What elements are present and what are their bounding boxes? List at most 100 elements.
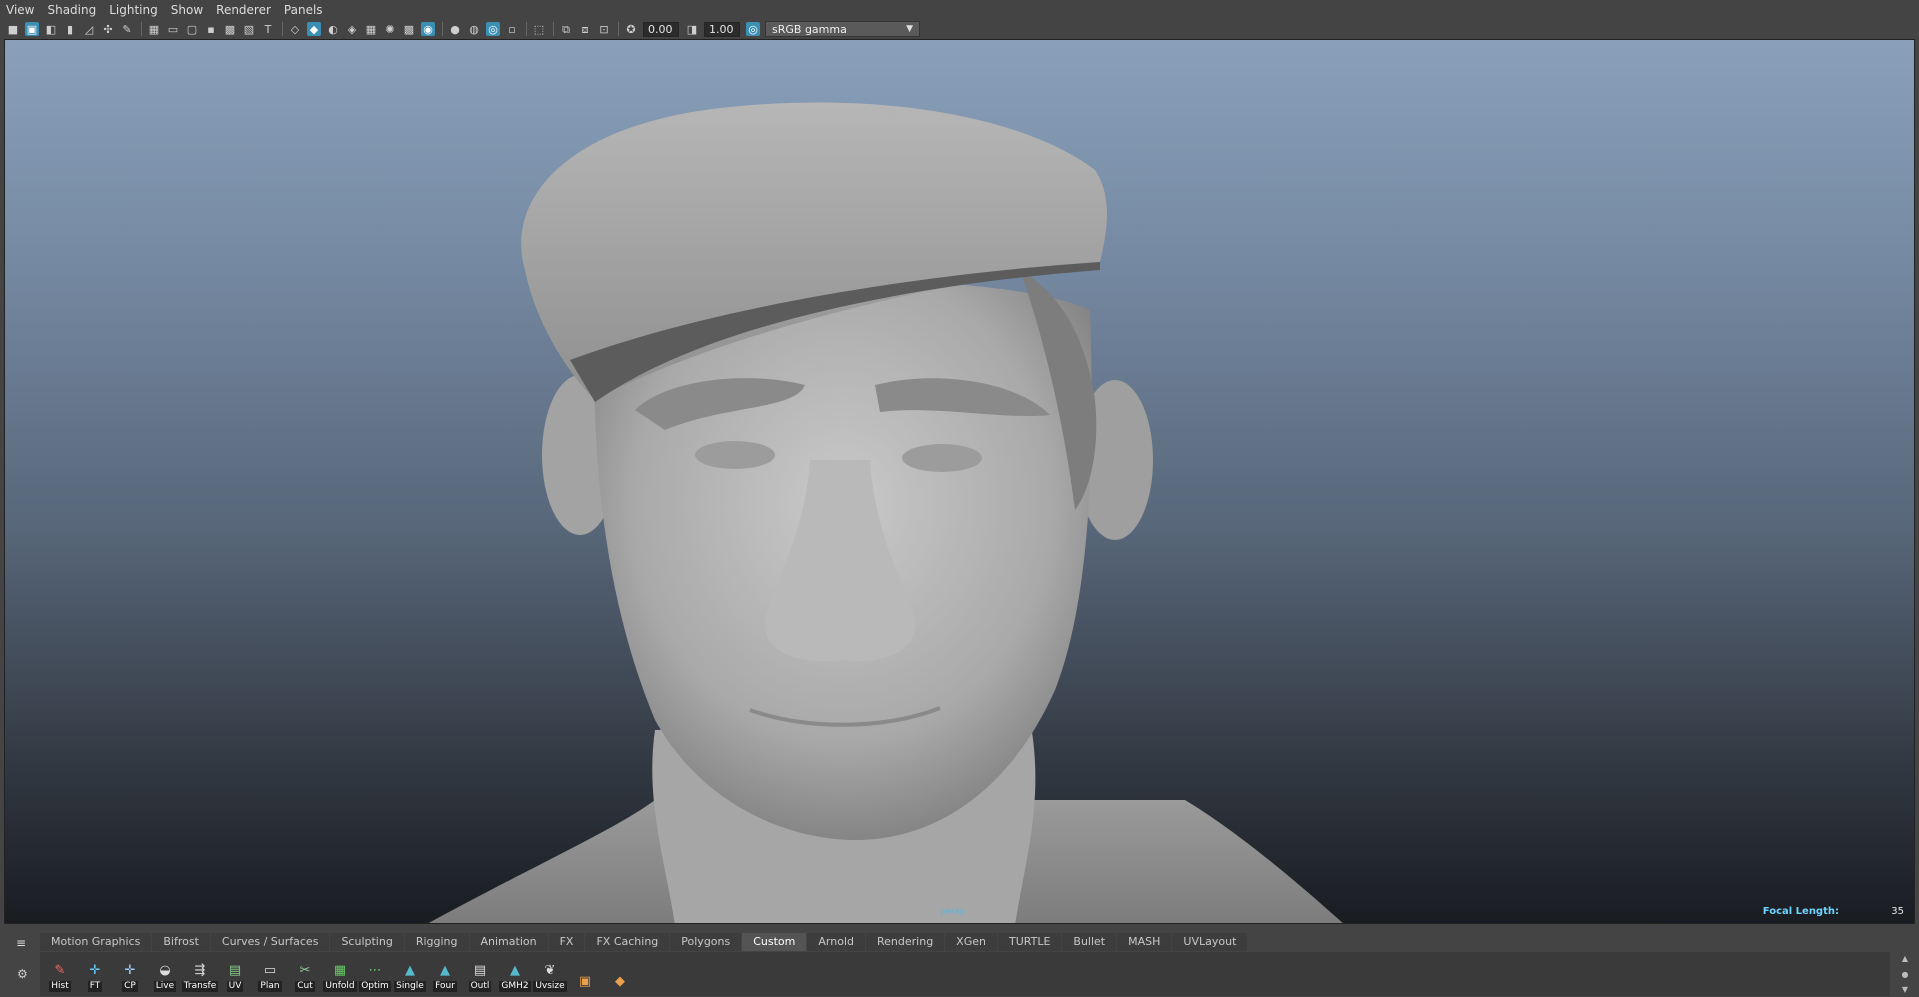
right-eye-shape bbox=[902, 444, 982, 472]
history-icon: ✎ bbox=[54, 962, 66, 978]
motion-blur-icon[interactable]: ● bbox=[448, 22, 462, 36]
screen-space-ao-icon[interactable]: ◉ bbox=[421, 22, 435, 36]
tab-bullet[interactable]: Bullet bbox=[1062, 933, 1117, 951]
film-gate-icon[interactable]: ▭ bbox=[166, 22, 180, 36]
default-material-icon[interactable]: ◐ bbox=[326, 22, 340, 36]
tab-fx[interactable]: FX bbox=[548, 933, 585, 951]
shelf: ≡ ⚙ Motion Graphics Bifrost Curves / Sur… bbox=[0, 928, 1919, 997]
menu-view[interactable]: View bbox=[6, 3, 34, 17]
shelf-button-hist[interactable]: ✎ Hist bbox=[44, 956, 76, 992]
tab-rendering[interactable]: Rendering bbox=[866, 933, 945, 951]
scroll-dot-icon[interactable]: ● bbox=[1902, 970, 1909, 979]
textured-icon[interactable]: ▦ bbox=[364, 22, 378, 36]
tab-animation[interactable]: Animation bbox=[469, 933, 548, 951]
2d-pan-zoom-icon[interactable]: ✣ bbox=[101, 22, 115, 36]
shelf-button-uvlayout-receive[interactable]: ◆ bbox=[604, 956, 636, 992]
exposure-field[interactable]: 0.00 bbox=[643, 21, 679, 37]
view-transform-select[interactable]: sRGB gamma ▼ bbox=[765, 21, 920, 37]
field-chart-icon[interactable]: ▩ bbox=[223, 22, 237, 36]
gamma-field[interactable]: 1.00 bbox=[704, 21, 740, 37]
tab-sculpting[interactable]: Sculpting bbox=[330, 933, 404, 951]
image-plane-icon[interactable]: ◿ bbox=[82, 22, 96, 36]
shelf-button-four[interactable]: ▲ Four bbox=[429, 956, 461, 992]
menu-shading[interactable]: Shading bbox=[47, 3, 96, 17]
multisample-aa-icon[interactable]: ◍ bbox=[467, 22, 481, 36]
toolbar-divider bbox=[141, 22, 142, 36]
toolbar-divider bbox=[442, 22, 443, 36]
wireframe-on-shaded-icon[interactable]: ◈ bbox=[345, 22, 359, 36]
shelf-button-live[interactable]: ◒ Live bbox=[149, 956, 181, 992]
four-view-icon: ▲ bbox=[440, 962, 450, 978]
shelf-button-uv[interactable]: ▤ UV bbox=[219, 956, 251, 992]
tab-arnold[interactable]: Arnold bbox=[807, 933, 865, 951]
menu-lighting[interactable]: Lighting bbox=[109, 3, 158, 17]
camera-name-label: persp bbox=[940, 907, 966, 917]
shelf-menu-icon[interactable]: ≡ bbox=[16, 937, 28, 949]
shelf-button-uvlayout-send[interactable]: ▣ bbox=[569, 956, 601, 992]
tab-custom[interactable]: Custom bbox=[742, 933, 807, 951]
tab-turtle[interactable]: TURTLE bbox=[997, 933, 1062, 951]
tab-mash[interactable]: MASH bbox=[1117, 933, 1172, 951]
planar-map-icon: ▭ bbox=[263, 962, 277, 978]
shelf-button-unfold[interactable]: ▦ Unfold bbox=[323, 956, 357, 992]
color-management-icon[interactable]: ◎ bbox=[746, 22, 760, 36]
transfer-attributes-icon: ⇶ bbox=[194, 962, 206, 978]
safe-action-icon[interactable]: ▧ bbox=[242, 22, 256, 36]
focal-length-value: 35 bbox=[1891, 906, 1904, 917]
menu-panels[interactable]: Panels bbox=[284, 3, 323, 17]
outliner-icon: ▤ bbox=[473, 962, 487, 978]
resolution-gate-icon[interactable]: ▢ bbox=[185, 22, 199, 36]
shelf-button-optimize[interactable]: ⋯ Optim bbox=[359, 956, 391, 992]
tab-uvlayout[interactable]: UVLayout bbox=[1172, 933, 1248, 951]
scroll-down-icon[interactable]: ▼ bbox=[1902, 985, 1908, 994]
shadows-icon[interactable]: ▩ bbox=[402, 22, 416, 36]
scroll-up-icon[interactable]: ▲ bbox=[1902, 954, 1908, 963]
xray-active-components-icon[interactable]: ⧈ bbox=[578, 22, 592, 36]
shelf-button-transfer[interactable]: ⇶ Transfe bbox=[181, 956, 219, 992]
isolate-select-icon[interactable]: ⬚ bbox=[532, 22, 546, 36]
shelf-button-planar[interactable]: ▭ Plan bbox=[254, 956, 286, 992]
use-all-lights-icon[interactable]: ✺ bbox=[383, 22, 397, 36]
wireframe-icon[interactable]: ◇ bbox=[288, 22, 302, 36]
depth-of-field-icon[interactable]: ◎ bbox=[486, 22, 500, 36]
camera-attributes-icon[interactable]: ▣ bbox=[25, 22, 39, 36]
tab-xgen[interactable]: XGen bbox=[945, 933, 997, 951]
shelf-button-gmh2[interactable]: ▲ GMH2 bbox=[499, 956, 531, 992]
select-camera-icon[interactable]: ■ bbox=[6, 22, 20, 36]
shelf-button-cp[interactable]: ✛ CP bbox=[114, 956, 146, 992]
frame-all-icon[interactable]: ⊡ bbox=[597, 22, 611, 36]
xray-joints-icon[interactable]: ⧉ bbox=[559, 22, 573, 36]
gear-icon[interactable]: ⚙ bbox=[17, 968, 29, 980]
menu-show[interactable]: Show bbox=[171, 3, 203, 17]
toolbar-divider bbox=[282, 22, 283, 36]
perspective-viewport[interactable]: persp Focal Length: 35 bbox=[4, 39, 1915, 924]
shelf-button-uvsize[interactable]: ❦ Uvsize bbox=[533, 956, 567, 992]
bookmark-icon[interactable]: ▮ bbox=[63, 22, 77, 36]
exposure-icon[interactable]: ✪ bbox=[624, 22, 638, 36]
tab-motion-graphics[interactable]: Motion Graphics bbox=[40, 933, 152, 951]
shelf-button-outliner[interactable]: ▤ Outl bbox=[464, 956, 496, 992]
toolbar-divider bbox=[526, 22, 527, 36]
bookmark-camera-icon[interactable]: ◧ bbox=[44, 22, 58, 36]
smooth-shade-icon[interactable]: ◆ bbox=[307, 22, 321, 36]
tab-bifrost[interactable]: Bifrost bbox=[152, 933, 210, 951]
panel-toolbar: ■ ▣ ◧ ▮ ◿ ✣ ✎ ▦ ▭ ▢ ▪ ▩ ▧ T ◇ ◆ ◐ ◈ ▦ ✺ … bbox=[0, 19, 1919, 39]
grid-icon[interactable]: ▦ bbox=[147, 22, 161, 36]
shelf-button-single[interactable]: ▲ Single bbox=[394, 956, 426, 992]
shelf-button-cut[interactable]: ✂ Cut bbox=[289, 956, 321, 992]
shelf-button-ft[interactable]: ✛ FT bbox=[79, 956, 111, 992]
tab-fx-caching[interactable]: FX Caching bbox=[585, 933, 670, 951]
menu-renderer[interactable]: Renderer bbox=[216, 3, 271, 17]
xray-icon[interactable]: ▫ bbox=[505, 22, 519, 36]
safe-title-icon[interactable]: T bbox=[261, 22, 275, 36]
shelf-scrollbar[interactable]: ▲ ● ▼ bbox=[1899, 954, 1911, 994]
make-live-icon: ◒ bbox=[159, 962, 171, 978]
tab-rigging[interactable]: Rigging bbox=[404, 933, 469, 951]
uvsize-icon: ❦ bbox=[544, 962, 556, 978]
gate-mask-icon[interactable]: ▪ bbox=[204, 22, 218, 36]
toolbar-divider bbox=[618, 22, 619, 36]
tab-polygons[interactable]: Polygons bbox=[670, 933, 742, 951]
gamma-icon[interactable]: ◨ bbox=[685, 22, 699, 36]
tab-curves-surfaces[interactable]: Curves / Surfaces bbox=[210, 933, 330, 951]
grease-pencil-icon[interactable]: ✎ bbox=[120, 22, 134, 36]
